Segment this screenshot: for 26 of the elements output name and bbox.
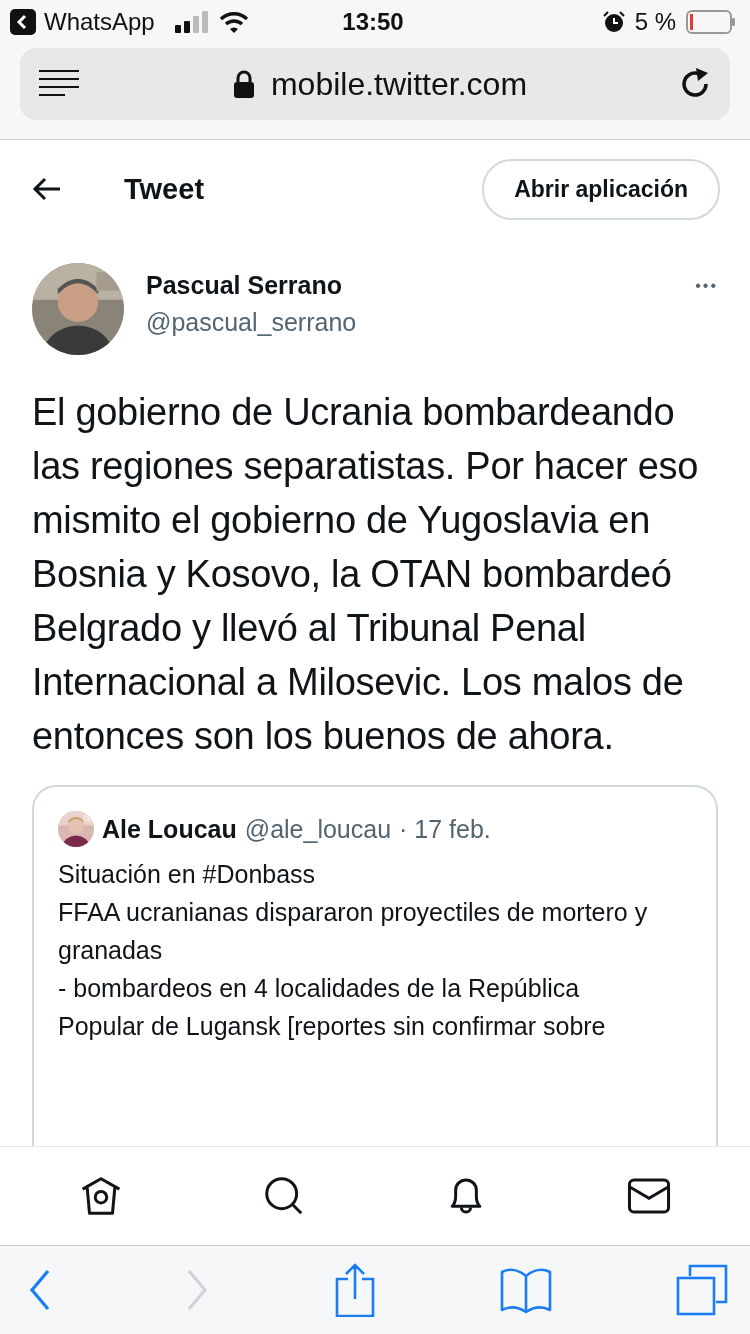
more-menu[interactable]: ••• [695, 277, 718, 295]
clock-time: 13:50 [341, 8, 405, 36]
quoted-date: · 17 feb. [399, 814, 491, 844]
wifi-icon [218, 11, 249, 33]
alarm-icon [602, 11, 625, 33]
lock-icon [232, 69, 255, 99]
battery-icon [686, 10, 736, 34]
author-name[interactable]: Pascual Serrano [146, 271, 674, 300]
quoted-author-name: Ale Loucau [102, 814, 237, 844]
signal-icon [174, 11, 211, 33]
url-text: mobile.twitter.com [270, 65, 528, 103]
address-bar[interactable]: mobile.twitter.com [20, 48, 730, 120]
quoted-tweet-text: Situación en #Donbass FFAA ucranianas dispararon proyectiles de mortero y granadas - bombardeos en 4 localidades de la República Popular de Lugansk [reportes sin confirmar sobre [58, 859, 649, 1042]
quoted-author-handle: @ale_loucau [244, 814, 392, 844]
tabs-icon[interactable] [676, 1264, 728, 1316]
open-book-icon[interactable] [499, 1266, 552, 1314]
author-handle[interactable]: @pascual_serrano [146, 308, 674, 337]
battery-percent: 5 % [634, 8, 676, 36]
back-icon[interactable] [10, 9, 36, 35]
open-app-button[interactable]: Abrir aplicación [482, 158, 720, 220]
tweet-text: El gobierno de Ucrania bombardeando las regiones separatistas. Por hacer eso mismito el gobierno de Yugoslavia en Bosnia y Kosovo, la OTAN bombardeó Belgrado y llevó al Tribunal Penal Internacional a Milosevic. Los malos de entonces son los buenos de ahora. [32, 390, 700, 759]
back-app-label[interactable]: WhatsApp [44, 8, 155, 36]
share-icon[interactable] [335, 1263, 375, 1317]
page-title: Tweet [124, 172, 206, 206]
reader-icon[interactable] [38, 69, 80, 99]
back-arrow-icon[interactable] [32, 177, 62, 201]
